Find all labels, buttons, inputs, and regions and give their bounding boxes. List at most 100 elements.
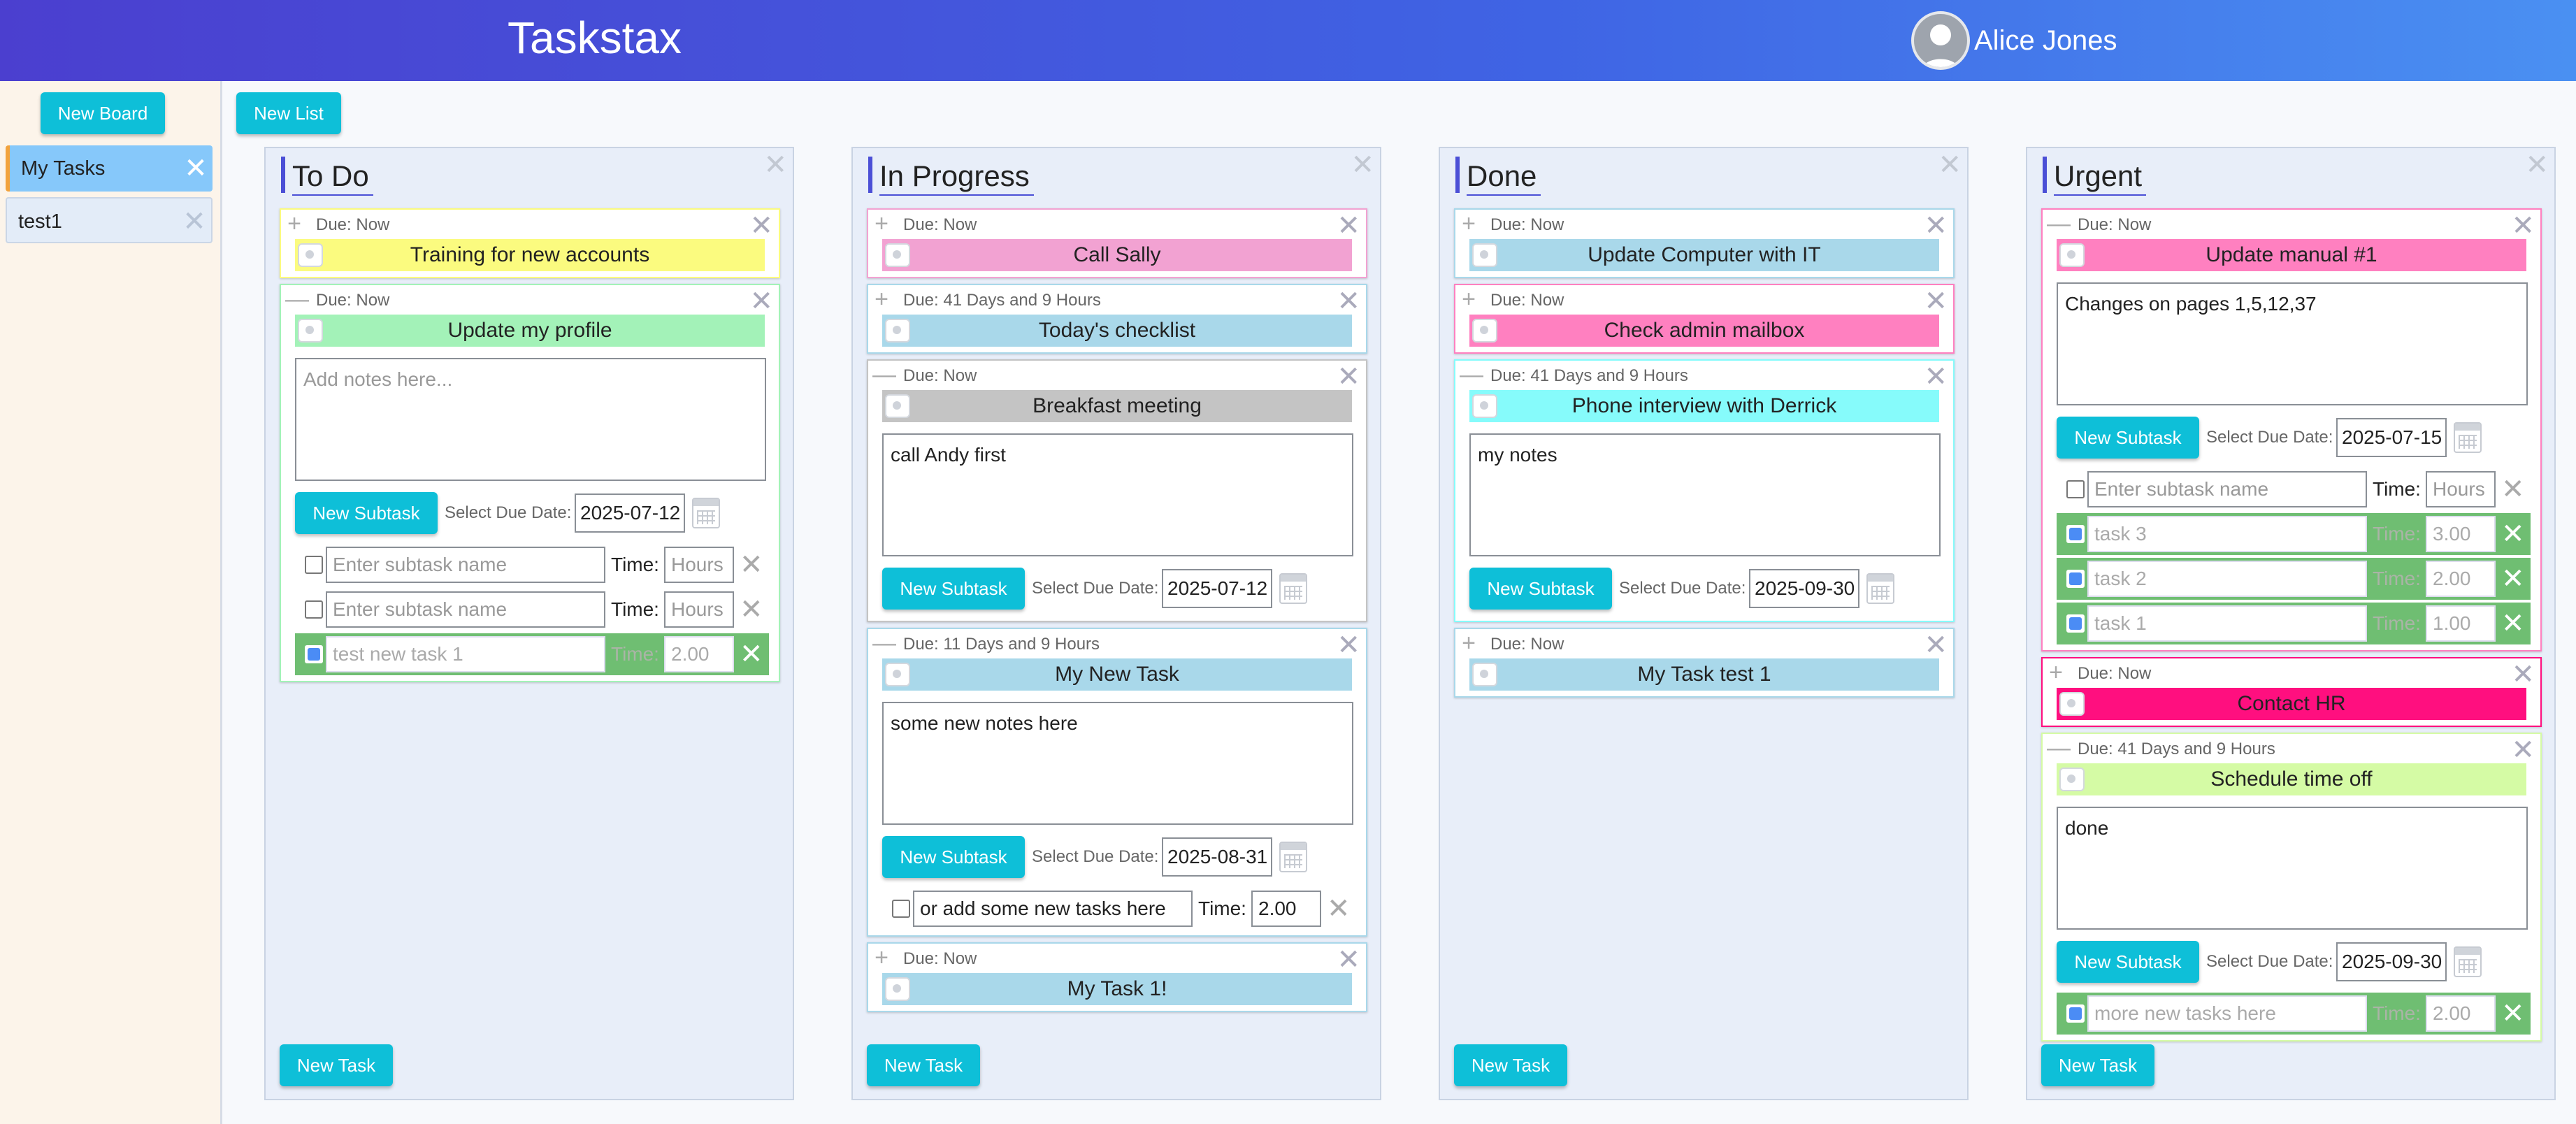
delete-list-icon[interactable]: ✕ bbox=[763, 150, 787, 180]
delete-card-icon[interactable]: ✕ bbox=[1337, 287, 1360, 316]
collapse-card-icon[interactable]: — bbox=[872, 631, 896, 655]
subtask-checkbox[interactable] bbox=[2066, 570, 2085, 588]
delete-card-icon[interactable]: ✕ bbox=[1924, 287, 1948, 316]
color-picker-icon[interactable] bbox=[2059, 243, 2085, 267]
user-name[interactable]: Alice Jones bbox=[1974, 24, 2117, 57]
new-list-button[interactable]: New List bbox=[236, 92, 341, 134]
subtask-checkbox[interactable] bbox=[2066, 480, 2085, 498]
task-card[interactable]: — Due: Now ✕ Breakfast meeting call Andy fir… bbox=[867, 359, 1367, 622]
delete-card-icon[interactable]: ✕ bbox=[1337, 362, 1360, 391]
new-task-button[interactable]: New Task bbox=[1454, 1044, 1567, 1086]
due-date-input[interactable]: 2025-07-15 bbox=[2336, 418, 2447, 457]
collapse-card-icon[interactable]: — bbox=[872, 363, 896, 387]
subtask-checkbox[interactable] bbox=[2066, 1004, 2085, 1023]
expand-card-icon[interactable]: + bbox=[285, 212, 303, 236]
card-notes-textarea[interactable]: call Andy first bbox=[882, 433, 1353, 556]
color-picker-icon[interactable] bbox=[885, 243, 910, 267]
user-avatar-icon[interactable] bbox=[1911, 11, 1970, 70]
subtask-hours-input[interactable]: 3.00 bbox=[2426, 516, 2496, 552]
subtask-hours-input[interactable]: 2.00 bbox=[1251, 891, 1321, 927]
task-card[interactable]: + Due: Now ✕ Update Computer with IT bbox=[1454, 208, 1955, 278]
delete-subtask-icon[interactable]: ✕ bbox=[740, 633, 763, 675]
delete-subtask-icon[interactable]: ✕ bbox=[2501, 603, 2525, 644]
delete-card-icon[interactable]: ✕ bbox=[749, 287, 773, 316]
task-card[interactable]: — Due: 41 Days and 9 Hours ✕ Schedule time … bbox=[2041, 733, 2542, 1042]
card-notes-textarea[interactable]: done bbox=[2057, 807, 2528, 930]
subtask-hours-input[interactable]: 2.00 bbox=[664, 636, 734, 672]
color-picker-icon[interactable] bbox=[1472, 394, 1497, 418]
board-item-my-tasks[interactable]: My Tasks ✕ bbox=[6, 145, 213, 192]
list-title[interactable]: Done bbox=[1467, 158, 1541, 196]
card-title[interactable]: Check admin mailbox bbox=[1469, 315, 1939, 347]
color-picker-icon[interactable] bbox=[2059, 768, 2085, 791]
color-picker-icon[interactable] bbox=[885, 977, 910, 1001]
subtask-name-input[interactable]: more new tasks here bbox=[2087, 995, 2367, 1032]
new-subtask-button[interactable]: New Subtask bbox=[295, 492, 438, 534]
task-card[interactable]: + Due: Now ✕ Check admin mailbox bbox=[1454, 284, 1955, 354]
delete-card-icon[interactable]: ✕ bbox=[1924, 631, 1948, 660]
color-picker-icon[interactable] bbox=[885, 319, 910, 343]
card-title[interactable]: Update manual #1 bbox=[2057, 239, 2526, 271]
color-picker-icon[interactable] bbox=[1472, 663, 1497, 686]
list-title[interactable]: Urgent bbox=[2054, 158, 2147, 196]
subtask-name-input[interactable]: test new task 1 bbox=[326, 636, 605, 672]
calendar-icon[interactable] bbox=[692, 498, 720, 528]
subtask-hours-input[interactable]: Hours bbox=[664, 547, 734, 583]
subtask-checkbox[interactable] bbox=[892, 900, 910, 918]
expand-card-icon[interactable]: + bbox=[872, 212, 891, 236]
card-title[interactable]: Update my profile bbox=[295, 315, 765, 347]
delete-subtask-icon[interactable]: ✕ bbox=[1327, 888, 1351, 930]
new-subtask-button[interactable]: New Subtask bbox=[882, 836, 1025, 878]
subtask-name-input[interactable]: task 1 bbox=[2087, 605, 2367, 642]
color-picker-icon[interactable] bbox=[885, 394, 910, 418]
calendar-icon[interactable] bbox=[2454, 422, 2482, 453]
card-title[interactable]: Update Computer with IT bbox=[1469, 239, 1939, 271]
due-date-input[interactable]: 2025-07-12 bbox=[1162, 569, 1272, 608]
subtask-name-input[interactable]: Enter subtask name bbox=[326, 547, 605, 583]
card-title[interactable]: Contact HR bbox=[2057, 688, 2526, 720]
delete-card-icon[interactable]: ✕ bbox=[2511, 660, 2535, 689]
card-title[interactable]: My Task 1! bbox=[882, 973, 1352, 1005]
card-title[interactable]: Training for new accounts bbox=[295, 239, 765, 271]
color-picker-icon[interactable] bbox=[298, 319, 323, 343]
expand-card-icon[interactable]: + bbox=[872, 946, 891, 970]
task-card[interactable]: — Due: 11 Days and 9 Hours ✕ My New Task som… bbox=[867, 628, 1367, 937]
task-card[interactable]: + Due: Now ✕ Training for new accounts bbox=[280, 208, 780, 278]
task-card[interactable]: + Due: Now ✕ Contact HR bbox=[2041, 657, 2542, 727]
card-notes-textarea[interactable]: Add notes here... bbox=[295, 358, 766, 481]
due-date-input[interactable]: 2025-08-31 bbox=[1162, 837, 1272, 877]
new-subtask-button[interactable]: New Subtask bbox=[1469, 568, 1612, 610]
task-card[interactable]: + Due: 41 Days and 9 Hours ✕ Today's checkl… bbox=[867, 284, 1367, 354]
calendar-icon[interactable] bbox=[1866, 573, 1894, 604]
due-date-input[interactable]: 2025-09-30 bbox=[2336, 942, 2447, 981]
delete-subtask-icon[interactable]: ✕ bbox=[2501, 558, 2525, 600]
collapse-card-icon[interactable]: — bbox=[2047, 212, 2071, 236]
card-title[interactable]: Phone interview with Derrick bbox=[1469, 390, 1939, 422]
calendar-icon[interactable] bbox=[2454, 946, 2482, 977]
task-card[interactable]: — Due: Now ✕ Update manual #1 Changes on pag… bbox=[2041, 208, 2542, 651]
task-card[interactable]: + Due: Now ✕ My Task test 1 bbox=[1454, 628, 1955, 698]
collapse-card-icon[interactable]: — bbox=[285, 287, 309, 311]
new-task-button[interactable]: New Task bbox=[280, 1044, 393, 1086]
subtask-hours-input[interactable]: 2.00 bbox=[2426, 995, 2496, 1032]
color-picker-icon[interactable] bbox=[2059, 692, 2085, 716]
delete-board-icon[interactable]: ✕ bbox=[182, 147, 210, 190]
subtask-checkbox[interactable] bbox=[305, 600, 323, 619]
subtask-name-input[interactable]: Enter subtask name bbox=[326, 591, 605, 628]
subtask-checkbox[interactable] bbox=[2066, 525, 2085, 543]
delete-subtask-icon[interactable]: ✕ bbox=[2501, 468, 2525, 510]
card-notes-textarea[interactable]: my notes bbox=[1469, 433, 1941, 556]
expand-card-icon[interactable]: + bbox=[1460, 631, 1478, 655]
delete-card-icon[interactable]: ✕ bbox=[1337, 631, 1360, 660]
card-title[interactable]: My Task test 1 bbox=[1469, 658, 1939, 691]
subtask-hours-input[interactable]: Hours bbox=[2426, 471, 2496, 507]
delete-list-icon[interactable]: ✕ bbox=[2525, 150, 2549, 180]
card-title[interactable]: Today's checklist bbox=[882, 315, 1352, 347]
collapse-card-icon[interactable]: — bbox=[2047, 736, 2071, 760]
expand-card-icon[interactable]: + bbox=[2047, 661, 2065, 684]
delete-list-icon[interactable]: ✕ bbox=[1351, 150, 1374, 180]
card-title[interactable]: My New Task bbox=[882, 658, 1352, 691]
delete-card-icon[interactable]: ✕ bbox=[1924, 362, 1948, 391]
new-subtask-button[interactable]: New Subtask bbox=[882, 568, 1025, 610]
card-notes-textarea[interactable]: some new notes here bbox=[882, 702, 1353, 825]
